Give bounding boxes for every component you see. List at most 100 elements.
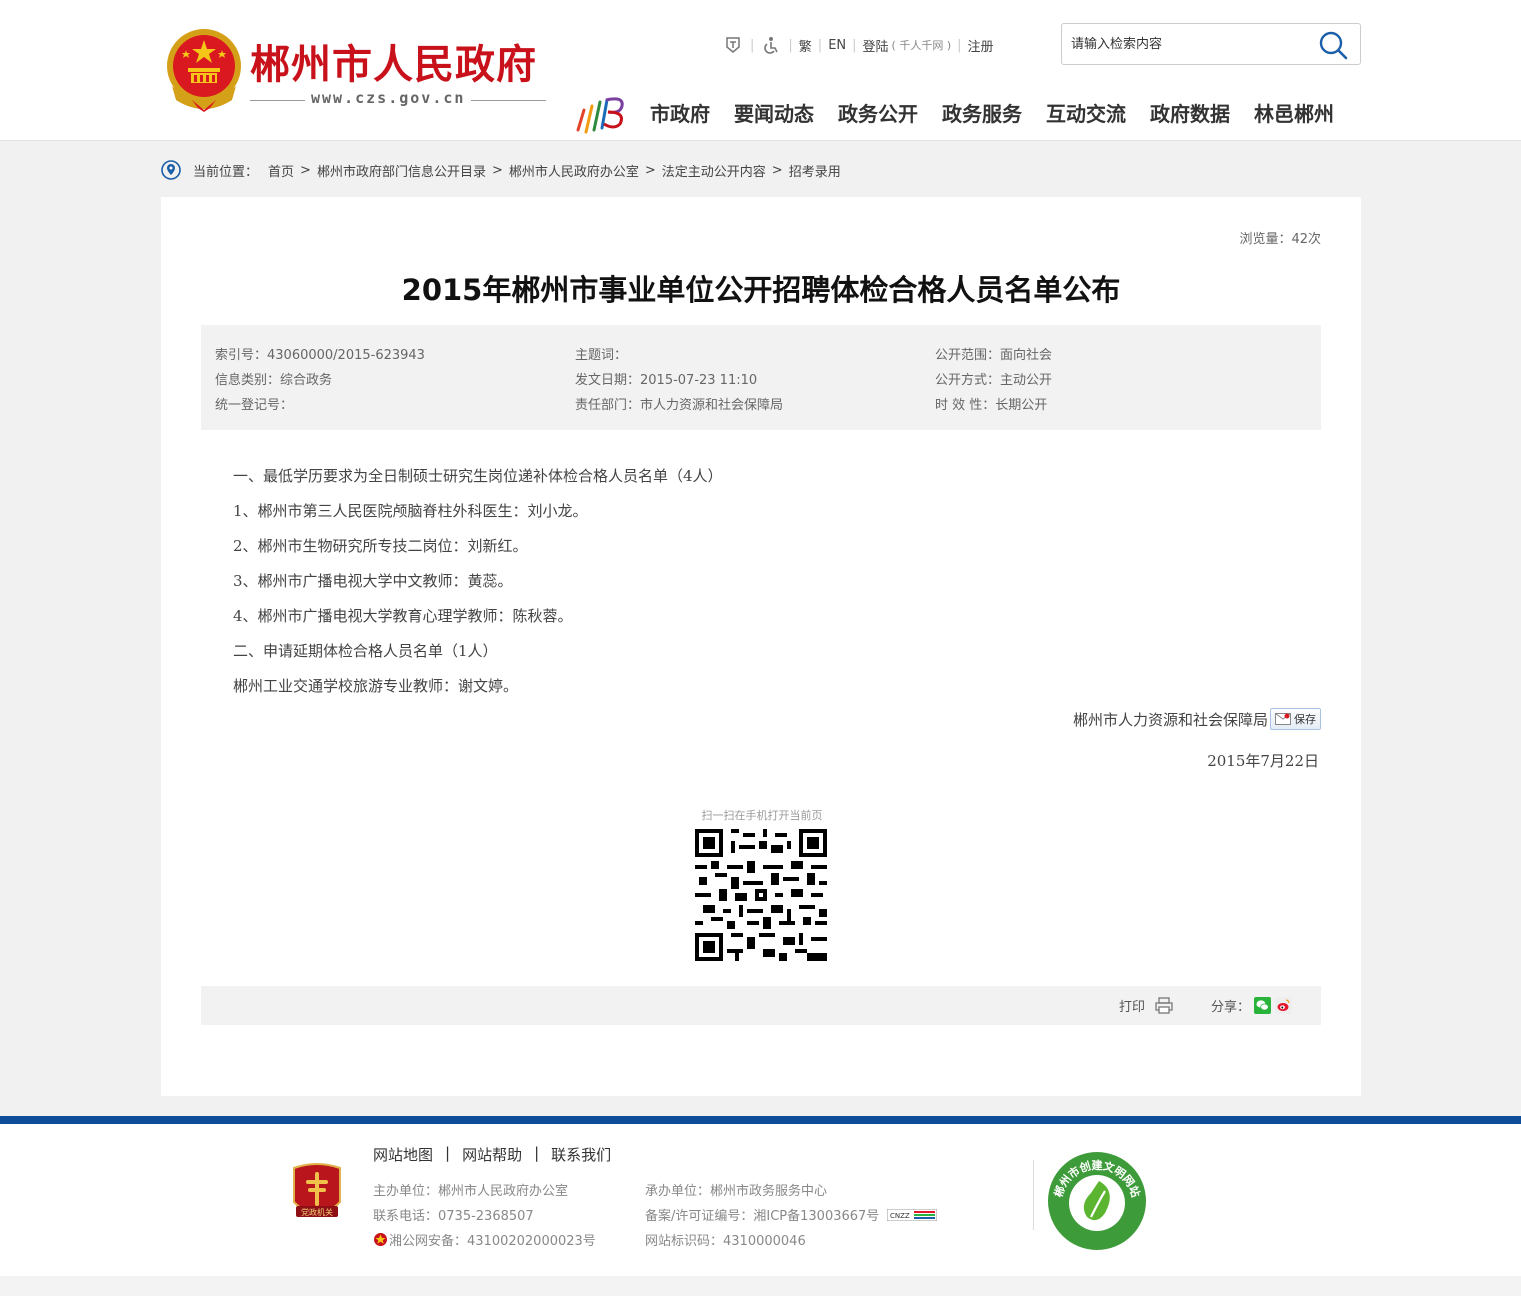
breadcrumb-item-dept-directory[interactable]: 郴州市政府部门信息公开目录 xyxy=(317,161,486,180)
meta-reg-no: 统一登记号： xyxy=(215,398,294,413)
footer-link-sitemap[interactable]: 网站地图 xyxy=(373,1144,433,1165)
party-gov-badge[interactable]: 党政机关 xyxy=(290,1162,344,1224)
nav-item-news[interactable]: 要闻动态 xyxy=(734,98,814,127)
footer-site-code: 网站标识码：4310000046 xyxy=(645,1234,806,1249)
share-bar: 打印 分享： xyxy=(201,986,1321,1025)
qr-caption: 扫一扫在手机打开当前页 xyxy=(701,809,823,822)
breadcrumb-separator: > xyxy=(644,162,656,178)
footer-link-separator: | xyxy=(534,1144,540,1162)
meta-index-no: 索引号：43060000/2015-623943 xyxy=(215,348,425,363)
main-nav: 市政府 要闻动态 政务公开 政务服务 互动交流 政府数据 林邑郴州 xyxy=(650,98,1334,127)
toolbar-separator: | xyxy=(750,37,755,53)
toolbar-separator: | xyxy=(957,37,962,53)
footer-police-record[interactable]: 湘公网安备：43100202000023号 xyxy=(373,1230,596,1249)
footer-police-text: 湘公网安备：43100202000023号 xyxy=(389,1234,596,1249)
english-link[interactable]: EN xyxy=(828,38,846,53)
meta-category: 信息类别：综合政务 xyxy=(215,373,333,388)
weibo-icon[interactable] xyxy=(1275,997,1293,1014)
breadcrumb-separator: > xyxy=(491,162,503,178)
footer-links: 网站地图 | 网站帮助 | 联系我们 xyxy=(373,1144,611,1165)
article-panel: 浏览量：42次 2015年郴州市事业单位公开招聘体检合格人员名单公布 索引号：4… xyxy=(161,197,1361,1096)
footer-accent-bar xyxy=(0,1116,1521,1124)
nav-item-city-government[interactable]: 市政府 xyxy=(650,98,710,127)
svg-text:CNZZ: CNZZ xyxy=(890,1212,910,1220)
site-header: 郴州市人民政府 www.czs.gov.cn | | 繁 | EN | 登陆 (… xyxy=(0,0,1521,141)
footer-sponsor: 主办单位：郴州市人民政府办公室 xyxy=(373,1184,569,1199)
breadcrumb-separator: > xyxy=(771,162,783,178)
print-button[interactable]: 打印 xyxy=(1119,996,1173,1015)
footer-organizer: 承办单位：郴州市政务服务中心 xyxy=(645,1184,828,1199)
article-paragraph: 一、最低学历要求为全日制硕士研究生岗位递补体检合格人员名单（4人） xyxy=(233,467,723,485)
signature-line: 郴州市人力资源和社会保障局 保存 xyxy=(1073,707,1321,731)
svg-text:党政机关: 党政机关 xyxy=(301,1207,333,1217)
traditional-chinese-link[interactable]: 繁 xyxy=(799,36,812,55)
nav-item-interaction[interactable]: 互动交流 xyxy=(1046,98,1126,127)
site-footer: 党政机关 网站地图 | 网站帮助 | 联系我们 主办单位：郴州市人民政府办公室 … xyxy=(0,1124,1521,1276)
top-toolbar: | | 繁 | EN | 登陆 ( 千人千网 ) | 注册 xyxy=(722,34,994,56)
city-brand-icon xyxy=(576,97,624,134)
search-box xyxy=(1061,23,1361,65)
footer-phone: 联系电话：0735-2368507 xyxy=(373,1209,534,1224)
meta-dept: 责任部门：市人力资源和社会保障局 xyxy=(575,398,784,413)
nav-item-linyi-chenzhou[interactable]: 林邑郴州 xyxy=(1254,98,1334,127)
breadcrumb-label: 当前位置： xyxy=(193,164,259,180)
toolbar-separator: | xyxy=(817,37,823,53)
article-meta-table: 索引号：43060000/2015-623943 主题词： 公开范围：面向社会 … xyxy=(201,325,1321,430)
footer-icp[interactable]: 备案/许可证编号：湘ICP备13003667号 CNZZ xyxy=(645,1205,938,1224)
site-domain: www.czs.gov.cn xyxy=(305,89,472,107)
civic-website-badge[interactable]: 郴州市创建文明网站 xyxy=(1047,1151,1147,1251)
article-paragraph: 3、郴州市广播电视大学中文教师：黄蕊。 xyxy=(233,572,513,590)
save-button[interactable]: 保存 xyxy=(1270,708,1321,730)
nav-item-gov-data[interactable]: 政府数据 xyxy=(1150,98,1230,127)
print-label: 打印 xyxy=(1119,1000,1146,1015)
footer-link-separator: | xyxy=(445,1144,451,1162)
save-button-label: 保存 xyxy=(1294,713,1316,726)
footer-link-contact[interactable]: 联系我们 xyxy=(551,1144,611,1165)
register-link[interactable]: 注册 xyxy=(968,36,994,55)
qr-code xyxy=(695,829,827,961)
national-emblem-icon xyxy=(167,29,241,112)
save-mail-icon xyxy=(1275,713,1291,725)
article-paragraph: 二、申请延期体检合格人员名单（1人） xyxy=(233,642,498,660)
article-paragraph: 2、郴州市生物研究所专技二岗位：刘新红。 xyxy=(233,537,528,555)
article-paragraph: 1、郴州市第三人民医院颅脑脊柱外科医生：刘小龙。 xyxy=(233,502,588,520)
breadcrumb-item-recruitment[interactable]: 招考录用 xyxy=(789,161,841,180)
meta-subject: 主题词： xyxy=(575,348,628,363)
nav-item-gov-services[interactable]: 政务服务 xyxy=(942,98,1022,127)
breadcrumb-item-home[interactable]: 首页 xyxy=(268,161,294,180)
meta-validity: 时 效 性：长期公开 xyxy=(935,398,1048,413)
meta-scope: 公开范围：面向社会 xyxy=(935,348,1053,363)
wechat-icon[interactable] xyxy=(1254,997,1272,1014)
breadcrumb-item-statutory-content[interactable]: 法定主动公开内容 xyxy=(662,161,766,180)
cnzz-stat-icon[interactable]: CNZZ xyxy=(887,1208,938,1221)
article-paragraph: 4、郴州市广播电视大学教育心理学教师：陈秋蓉。 xyxy=(233,607,573,625)
police-badge-icon xyxy=(374,1233,387,1246)
footer-link-help[interactable]: 网站帮助 xyxy=(462,1144,522,1165)
search-input[interactable] xyxy=(1071,34,1311,54)
breadcrumb-separator: > xyxy=(300,162,311,178)
page-bottom-strip xyxy=(0,1276,1521,1296)
accessibility-icon[interactable] xyxy=(760,34,782,56)
nav-item-gov-affairs-public[interactable]: 政务公开 xyxy=(838,98,918,127)
barrier-free-icon[interactable] xyxy=(722,34,744,56)
toolbar-separator: | xyxy=(788,37,793,53)
breadcrumb: 当前位置： 首页 > 郴州市政府部门信息公开目录 > 郴州市人民政府办公室 > … xyxy=(161,159,841,181)
login-link[interactable]: 登陆 xyxy=(863,36,889,55)
share-label: 分享： xyxy=(1211,1000,1251,1015)
location-icon xyxy=(161,160,181,180)
toolbar-separator: | xyxy=(852,37,857,53)
login-note: ( 千人千网 ) xyxy=(891,39,952,52)
article-title: 2015年郴州市事业单位公开招聘体检合格人员名单公布 xyxy=(401,273,1121,307)
site-name[interactable]: 郴州市人民政府 xyxy=(250,32,537,90)
breadcrumb-item-gov-office[interactable]: 郴州市人民政府办公室 xyxy=(509,161,639,180)
footer-icp-text: 备案/许可证编号：湘ICP备13003667号 xyxy=(645,1209,880,1224)
share-group: 分享： xyxy=(1211,996,1293,1015)
footer-divider xyxy=(1033,1160,1034,1230)
article-body: 一、最低学历要求为全日制硕士研究生岗位递补体检合格人员名单（4人） 1、郴州市第… xyxy=(233,465,723,710)
search-icon[interactable] xyxy=(1318,30,1348,60)
print-icon xyxy=(1155,997,1173,1014)
signature-date: 2015年7月22日 xyxy=(1207,752,1319,770)
meta-date: 发文日期：2015-07-23 11:10 xyxy=(575,373,758,388)
meta-method: 公开方式：主动公开 xyxy=(935,373,1053,388)
signature-org: 郴州市人力资源和社会保障局 xyxy=(1072,710,1268,729)
